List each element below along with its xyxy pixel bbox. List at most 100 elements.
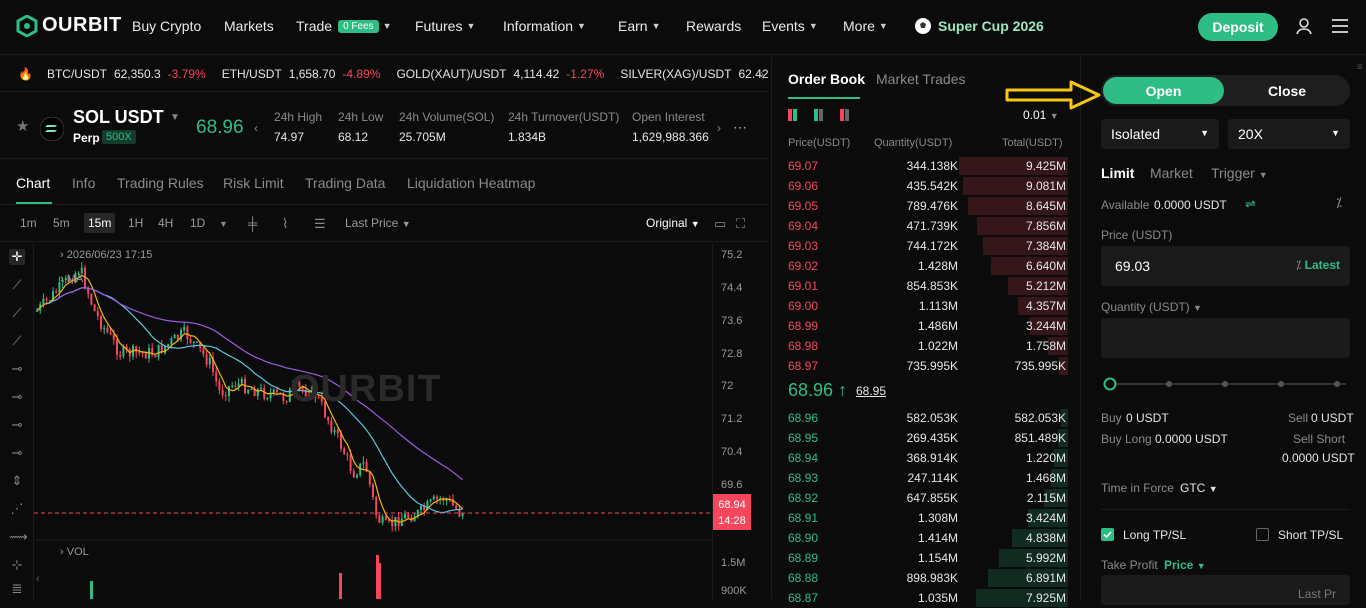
bid-row[interactable]: 68.95 269.435K 851.489K bbox=[772, 428, 1068, 448]
ask-row[interactable]: 69.04 471.739K 7.856M bbox=[772, 216, 1068, 236]
extended-line-icon[interactable]: ⟋ bbox=[9, 333, 25, 349]
tab-chart[interactable]: Chart bbox=[16, 175, 50, 191]
short-tpsl-checkbox[interactable] bbox=[1256, 528, 1269, 541]
leverage-select[interactable]: 20X ▼ bbox=[1228, 119, 1350, 149]
chevron-right-icon[interactable]: › bbox=[760, 67, 764, 81]
order-book-view-icons[interactable] bbox=[788, 109, 858, 123]
indicator-icon[interactable]: ⌇ bbox=[282, 216, 288, 232]
more-dots-icon[interactable]: ⋯ bbox=[733, 119, 747, 136]
horizontal-ray-icon[interactable]: ⊸ bbox=[9, 389, 25, 405]
horizontal-line-icon[interactable]: ⊸ bbox=[9, 361, 25, 377]
vol-legend[interactable]: › VOL bbox=[60, 546, 89, 558]
ask-row[interactable]: 68.98 1.022M 1.758M bbox=[772, 336, 1068, 356]
timeframe-1h[interactable]: 1H bbox=[128, 216, 143, 230]
trend-line-icon[interactable]: ⟋ bbox=[9, 277, 25, 293]
tab-trading-data[interactable]: Trading Data bbox=[305, 175, 385, 191]
nav-markets[interactable]: Markets bbox=[224, 18, 274, 34]
nav-trade[interactable]: Trade 0 Fees ▼ bbox=[296, 18, 392, 34]
tab-market-trades[interactable]: Market Trades bbox=[876, 71, 965, 87]
order-type-limit[interactable]: Limit bbox=[1101, 165, 1134, 181]
ticker-item[interactable]: BTC/USDT 62,350.3 -3.79% bbox=[47, 67, 206, 81]
measure-icon[interactable]: ⊹ bbox=[9, 557, 25, 573]
order-type-market[interactable]: Market bbox=[1150, 165, 1193, 181]
bid-row[interactable]: 68.93 247.114K 1.468M bbox=[772, 468, 1068, 488]
nav-rewards[interactable]: Rewards bbox=[686, 18, 741, 34]
bid-row[interactable]: 68.89 1.154M 5.992M bbox=[772, 548, 1068, 568]
price-line-icon[interactable]: ⇕ bbox=[9, 473, 25, 489]
take-profit-input[interactable]: Last Pr bbox=[1101, 575, 1350, 605]
timeframe-1m[interactable]: 1m bbox=[20, 216, 37, 230]
precision-select[interactable]: 0.01 ▼ bbox=[1023, 108, 1059, 122]
vertical-line-icon[interactable]: ⊸ bbox=[9, 445, 25, 461]
symbol-dropdown-icon[interactable]: ▼ bbox=[170, 112, 180, 123]
timeframe-5m[interactable]: 5m bbox=[53, 216, 70, 230]
ask-row[interactable]: 69.06 435.542K 9.081M bbox=[772, 176, 1068, 196]
nav-events[interactable]: Events ▼ bbox=[762, 18, 818, 34]
tab-order-book[interactable]: Order Book bbox=[788, 71, 865, 87]
logo[interactable]: OURBIT bbox=[16, 14, 122, 37]
nav-buy-crypto[interactable]: Buy Crypto bbox=[132, 18, 201, 34]
nav-earn[interactable]: Earn ▼ bbox=[618, 18, 661, 34]
ask-row[interactable]: 69.03 744.172K 7.384M bbox=[772, 236, 1068, 256]
price-input[interactable]: 69.03 ⁒ Latest bbox=[1101, 246, 1350, 286]
bid-row[interactable]: 68.90 1.414M 4.838M bbox=[772, 528, 1068, 548]
nav-information[interactable]: Information ▼ bbox=[503, 18, 586, 34]
settings-list-icon[interactable]: ☰ bbox=[314, 216, 326, 232]
take-profit-mode-select[interactable]: Price ▼ bbox=[1164, 558, 1206, 572]
bid-row[interactable]: 68.87 1.035M 7.925M bbox=[772, 588, 1068, 608]
ticker-item[interactable]: SILVER(XAG)/USDT 62.42 bbox=[620, 67, 768, 81]
ray-icon[interactable]: ⟋ bbox=[9, 305, 25, 321]
parallel-channel-icon[interactable]: ⊸ bbox=[9, 417, 25, 433]
timeframe-15m[interactable]: 15m bbox=[84, 213, 116, 233]
symbol-name[interactable]: SOL USDT bbox=[73, 107, 164, 128]
bid-row[interactable]: 68.91 1.308M 3.424M bbox=[772, 508, 1068, 528]
ticker-item[interactable]: GOLD(XAUT)/USDT 4,114.42 -1.27% bbox=[396, 67, 604, 81]
long-tpsl-checkbox[interactable] bbox=[1101, 528, 1114, 541]
ask-row[interactable]: 68.99 1.486M 3.244M bbox=[772, 316, 1068, 336]
bid-row[interactable]: 68.96 582.053K 582.053K bbox=[772, 408, 1068, 428]
chevron-right-icon[interactable]: › bbox=[717, 121, 721, 135]
margin-mode-select[interactable]: Isolated ▼ bbox=[1101, 119, 1219, 149]
open-button[interactable]: Open bbox=[1103, 77, 1224, 104]
nav-more[interactable]: More ▼ bbox=[843, 18, 888, 34]
timeframe-dropdown-icon[interactable]: ▼ bbox=[219, 219, 228, 229]
tab-trading-rules[interactable]: Trading Rules bbox=[117, 175, 204, 191]
tab-risk-limit[interactable]: Risk Limit bbox=[223, 175, 284, 191]
close-button[interactable]: Close bbox=[1226, 77, 1348, 104]
order-type-trigger[interactable]: Trigger ▼ bbox=[1211, 165, 1268, 181]
deposit-button[interactable]: Deposit bbox=[1198, 13, 1278, 41]
user-icon[interactable] bbox=[1295, 17, 1313, 35]
ask-row[interactable]: 69.01 854.853K 5.212M bbox=[772, 276, 1068, 296]
tab-liquidation-heatmap[interactable]: Liquidation Heatmap bbox=[407, 175, 535, 191]
pattern-icon[interactable]: ⟿ bbox=[9, 529, 28, 545]
bid-row[interactable]: 68.88 898.983K 6.891M bbox=[772, 568, 1068, 588]
ma-legend[interactable]: › MA bbox=[60, 273, 83, 285]
ask-row[interactable]: 69.02 1.428M 6.640M bbox=[772, 256, 1068, 276]
crosshair-icon[interactable]: ✛ bbox=[9, 249, 25, 265]
timeframe-1d[interactable]: 1D bbox=[190, 216, 205, 230]
ask-row[interactable]: 69.07 344.138K 9.425M bbox=[772, 156, 1068, 176]
tif-select[interactable]: GTC ▼ bbox=[1180, 481, 1218, 495]
price-type-select[interactable]: Last Price ▼ bbox=[345, 216, 411, 230]
quantity-label[interactable]: Quantity (USDT) ▼ bbox=[1101, 300, 1202, 314]
timeframe-4h[interactable]: 4H bbox=[158, 216, 173, 230]
tab-info[interactable]: Info bbox=[72, 175, 95, 191]
candlestick-icon[interactable]: ╪ bbox=[248, 216, 257, 231]
favorite-star-icon[interactable]: ★ bbox=[16, 117, 29, 135]
chart-scroll-left-icon[interactable]: ‹ bbox=[36, 573, 40, 585]
ask-row[interactable]: 69.05 789.476K 8.645M bbox=[772, 196, 1068, 216]
calculator-icon[interactable]: ⁒ bbox=[1336, 195, 1342, 211]
bid-row[interactable]: 68.94 368.914K 1.220M bbox=[772, 448, 1068, 468]
ask-row[interactable]: 69.00 1.113M 4.357M bbox=[772, 296, 1068, 316]
text-tool-icon[interactable]: ≣ bbox=[9, 581, 25, 597]
fib-icon[interactable]: ⋰ bbox=[9, 501, 25, 517]
ask-row[interactable]: 68.97 735.995K 735.995K bbox=[772, 356, 1068, 376]
transfer-icon[interactable]: ⇌ bbox=[1245, 196, 1256, 212]
quantity-slider[interactable] bbox=[1101, 377, 1350, 391]
chevron-left-icon[interactable]: ‹ bbox=[254, 121, 258, 135]
ticker-item[interactable]: ETH/USDT 1,658.70 -4.89% bbox=[222, 67, 381, 81]
layout-icon[interactable]: ▭ bbox=[714, 216, 726, 232]
price-chart[interactable] bbox=[34, 243, 712, 599]
fullscreen-icon[interactable]: ⛶ bbox=[736, 216, 745, 232]
bid-row[interactable]: 68.92 647.855K 2.115M bbox=[772, 488, 1068, 508]
